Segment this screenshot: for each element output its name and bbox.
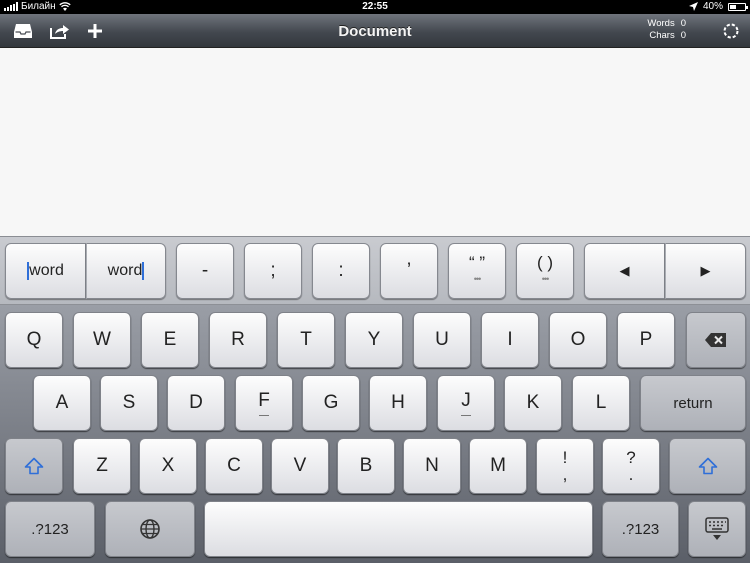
- words-value: 0: [680, 18, 686, 29]
- key-f[interactable]: F: [235, 375, 293, 431]
- keyboard: Q W E R T Y U I O P A S D F G H J K L re…: [0, 305, 750, 563]
- words-label: Words: [647, 18, 675, 29]
- backspace-key[interactable]: [686, 312, 746, 368]
- semicolon-key[interactable]: ;: [244, 243, 302, 299]
- key-e[interactable]: E: [141, 312, 199, 368]
- key-c[interactable]: C: [205, 438, 263, 494]
- key-j[interactable]: J: [437, 375, 495, 431]
- key-a[interactable]: A: [33, 375, 91, 431]
- key-l[interactable]: L: [572, 375, 630, 431]
- status-time: 22:55: [362, 1, 388, 12]
- word-char-counts: Words 0 Chars 0: [647, 18, 686, 42]
- key-o[interactable]: O: [549, 312, 607, 368]
- colon-key[interactable]: :: [312, 243, 370, 299]
- cursor-right-button[interactable]: ▶: [665, 243, 746, 299]
- key-k[interactable]: K: [504, 375, 562, 431]
- numbers-right-key[interactable]: .?123: [602, 501, 679, 557]
- chars-value: 0: [680, 30, 686, 41]
- key-p[interactable]: P: [617, 312, 675, 368]
- key-n[interactable]: N: [403, 438, 461, 494]
- key-z[interactable]: Z: [73, 438, 131, 494]
- backspace-icon: [705, 333, 726, 347]
- shift-arrow-icon: [698, 457, 717, 475]
- status-bar: Билайн 22:55 40%: [0, 0, 750, 14]
- key-u[interactable]: U: [413, 312, 471, 368]
- word-right-button[interactable]: word: [86, 243, 166, 299]
- return-key[interactable]: return: [640, 375, 746, 431]
- dash-key[interactable]: -: [176, 243, 234, 299]
- word-left-button[interactable]: word: [5, 243, 86, 299]
- keyboard-accessory-bar: word word - ; : ’ “ ” ••• ( ) ••• ◀ ▶: [0, 236, 750, 305]
- keyboard-hide-icon: [705, 517, 729, 540]
- question-period-key[interactable]: ?.: [602, 438, 660, 494]
- space-bar[interactable]: [204, 501, 593, 557]
- settings-icon[interactable]: [720, 21, 742, 41]
- exclaim-comma-key[interactable]: !,: [536, 438, 594, 494]
- shift-right-key[interactable]: [669, 438, 746, 494]
- key-m[interactable]: M: [469, 438, 527, 494]
- key-g[interactable]: G: [302, 375, 360, 431]
- globe-icon: [140, 519, 160, 539]
- key-d[interactable]: D: [167, 375, 225, 431]
- parentheses-key[interactable]: ( ) •••: [516, 243, 574, 299]
- quotes-key[interactable]: “ ” •••: [448, 243, 506, 299]
- battery-percent: 40%: [702, 1, 723, 12]
- battery-icon: [728, 2, 748, 11]
- document-title: Document: [338, 23, 412, 40]
- key-t[interactable]: T: [277, 312, 335, 368]
- key-h[interactable]: H: [369, 375, 427, 431]
- key-v[interactable]: V: [271, 438, 329, 494]
- dots-icon: •••: [473, 274, 482, 284]
- chars-label: Chars: [649, 30, 675, 41]
- shift-arrow-icon: [24, 457, 44, 475]
- globe-key[interactable]: [105, 501, 195, 557]
- key-x[interactable]: X: [139, 438, 197, 494]
- key-w[interactable]: W: [73, 312, 131, 368]
- apostrophe-key[interactable]: ’: [380, 243, 438, 299]
- key-r[interactable]: R: [209, 312, 267, 368]
- document-text-area[interactable]: [0, 48, 750, 236]
- dots-icon: •••: [541, 274, 550, 284]
- shift-left-key[interactable]: [5, 438, 63, 494]
- key-y[interactable]: Y: [345, 312, 403, 368]
- cursor-marker: [142, 262, 145, 280]
- location-arrow-icon: [688, 2, 698, 11]
- key-b[interactable]: B: [337, 438, 395, 494]
- key-s[interactable]: S: [100, 375, 158, 431]
- toolbar: Document Words 0 Chars 0: [0, 14, 750, 48]
- cursor-left-button[interactable]: ◀: [584, 243, 665, 299]
- key-i[interactable]: I: [481, 312, 539, 368]
- key-q[interactable]: Q: [5, 312, 63, 368]
- dismiss-keyboard-key[interactable]: [688, 501, 746, 557]
- numbers-left-key[interactable]: .?123: [5, 501, 95, 557]
